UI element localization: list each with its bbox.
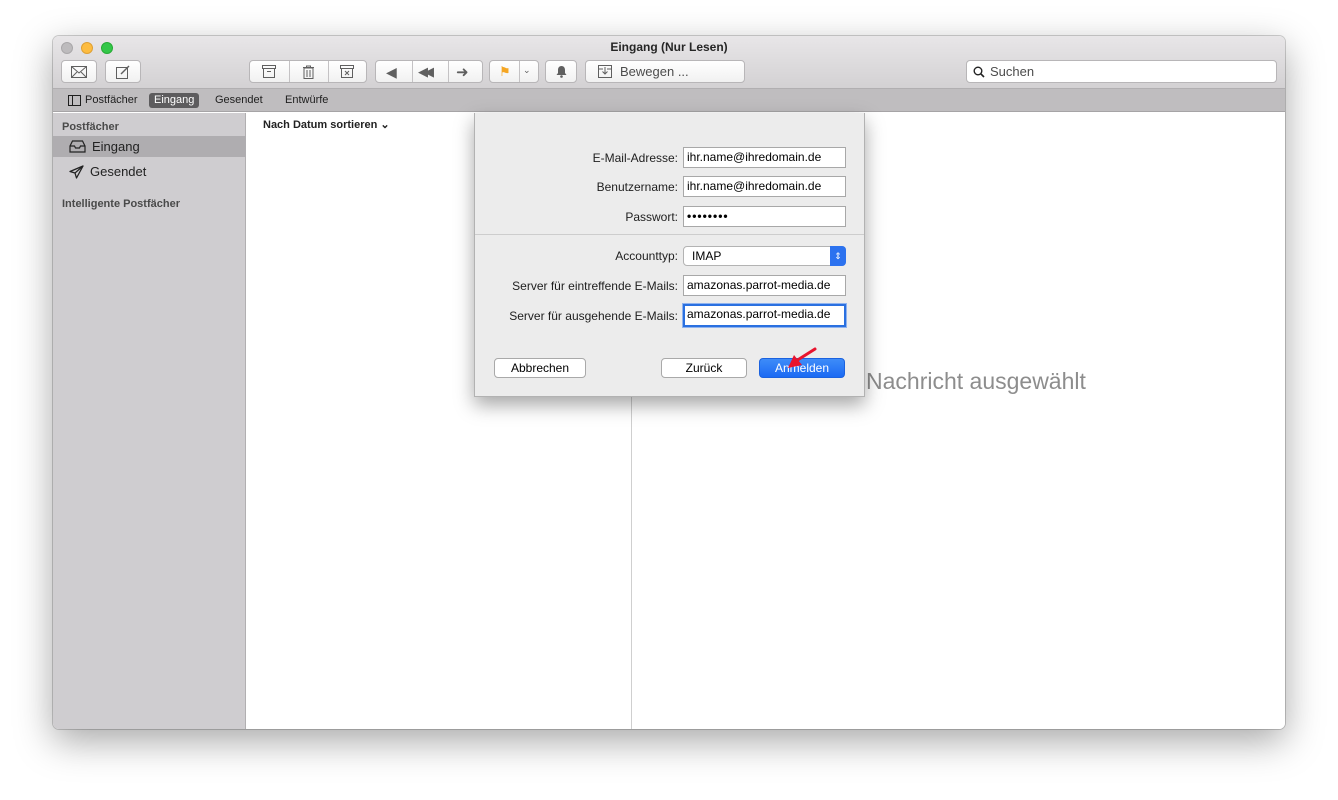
flag-button[interactable]: ⚑ ⌄ (489, 60, 539, 83)
email-label: E-Mail-Adresse: (592, 151, 678, 165)
move-icon (598, 65, 612, 78)
sidebar-item-label: Gesendet (90, 164, 147, 179)
updown-chevron-icon: ⇕ (830, 246, 846, 266)
envelope-icon (71, 65, 87, 78)
archive-delete-junk-group (249, 60, 367, 83)
move-button[interactable]: Bewegen ... (585, 60, 745, 83)
username-label: Benutzername: (596, 180, 678, 194)
chevron-down-icon: ⌄ (523, 65, 531, 75)
sort-label: Nach Datum sortieren (263, 119, 378, 131)
back-button[interactable]: Zurück (661, 358, 747, 378)
cancel-button[interactable]: Abbrechen (494, 358, 586, 378)
reply-all-icon[interactable]: ◀◀ (418, 64, 434, 80)
window-title: Eingang (Nur Lesen) (610, 40, 728, 54)
mute-button[interactable] (545, 60, 577, 83)
sort-menu[interactable]: Nach Datum sortieren ⌄ (263, 118, 390, 131)
get-mail-button[interactable] (61, 60, 97, 83)
outgoing-server-field[interactable]: amazonas.parrot-media.de (683, 304, 846, 327)
incoming-server-field[interactable]: amazonas.parrot-media.de (683, 275, 846, 296)
password-label: Passwort: (625, 210, 678, 224)
move-label: Bewegen ... (620, 64, 689, 79)
archive-icon[interactable] (262, 65, 276, 78)
username-field[interactable]: ihr.name@ihredomain.de (683, 176, 846, 197)
compose-icon (116, 65, 130, 79)
favorites-mailboxes-label: Postfächer (85, 94, 138, 106)
sidebar-item-label: Eingang (92, 139, 140, 154)
incoming-server-label: Server für eintreffende E-Mails: (512, 279, 678, 293)
outgoing-server-label: Server für ausgehende E-Mails: (509, 309, 678, 323)
search-icon (973, 66, 985, 78)
paper-plane-icon (69, 164, 84, 179)
email-field[interactable]: ihr.name@ihredomain.de (683, 147, 846, 168)
sidebar-item-sent[interactable]: Gesendet (53, 161, 246, 182)
flag-icon: ⚑ (499, 64, 511, 79)
trash-icon[interactable] (302, 65, 315, 79)
password-field[interactable]: •••••••• (683, 206, 846, 227)
account-type-label: Accounttyp: (615, 249, 678, 263)
search-placeholder: Suchen (990, 64, 1035, 79)
inbox-icon (69, 140, 86, 153)
favorites-bar: Postfächer Eingang Gesendet Entwürfe (53, 89, 1285, 112)
annotation-arrow-icon (788, 347, 817, 368)
favorite-inbox[interactable]: Eingang (149, 93, 200, 108)
account-type-select[interactable]: IMAP ⇕ (683, 246, 846, 266)
search-input[interactable]: Suchen (966, 60, 1277, 83)
junk-icon[interactable] (340, 65, 354, 78)
favorite-drafts[interactable]: Entwürfe (280, 93, 333, 108)
reply-icon[interactable]: ◀ (386, 64, 397, 81)
divider (475, 234, 864, 235)
bell-icon (556, 66, 566, 78)
sidebar-section-mailboxes: Postfächer (62, 121, 119, 133)
sidebar-section-smart-mailboxes: Intelligente Postfächer (62, 198, 180, 210)
titlebar: Eingang (Nur Lesen) ◀ ◀◀ ➜ ⚑ ⌄ Bewegen .… (53, 36, 1285, 89)
account-type-value: IMAP (692, 249, 722, 263)
favorite-sent[interactable]: Gesendet (210, 93, 268, 108)
sidebar: Postfächer Eingang Gesendet Intelligente… (53, 113, 246, 729)
mail-window: Eingang (Nur Lesen) ◀ ◀◀ ➜ ⚑ ⌄ Bewegen .… (53, 36, 1285, 729)
forward-icon[interactable]: ➜ (456, 63, 469, 81)
reply-group: ◀ ◀◀ ➜ (375, 60, 483, 83)
sidebar-icon (68, 95, 81, 106)
compose-button[interactable] (105, 60, 141, 83)
chevron-down-icon: ⌄ (380, 119, 390, 131)
favorites-mailboxes-button[interactable]: Postfächer (63, 93, 143, 108)
no-message-selected-text: Nachricht ausgewählt (866, 368, 1086, 394)
sidebar-item-inbox[interactable]: Eingang (53, 136, 246, 157)
